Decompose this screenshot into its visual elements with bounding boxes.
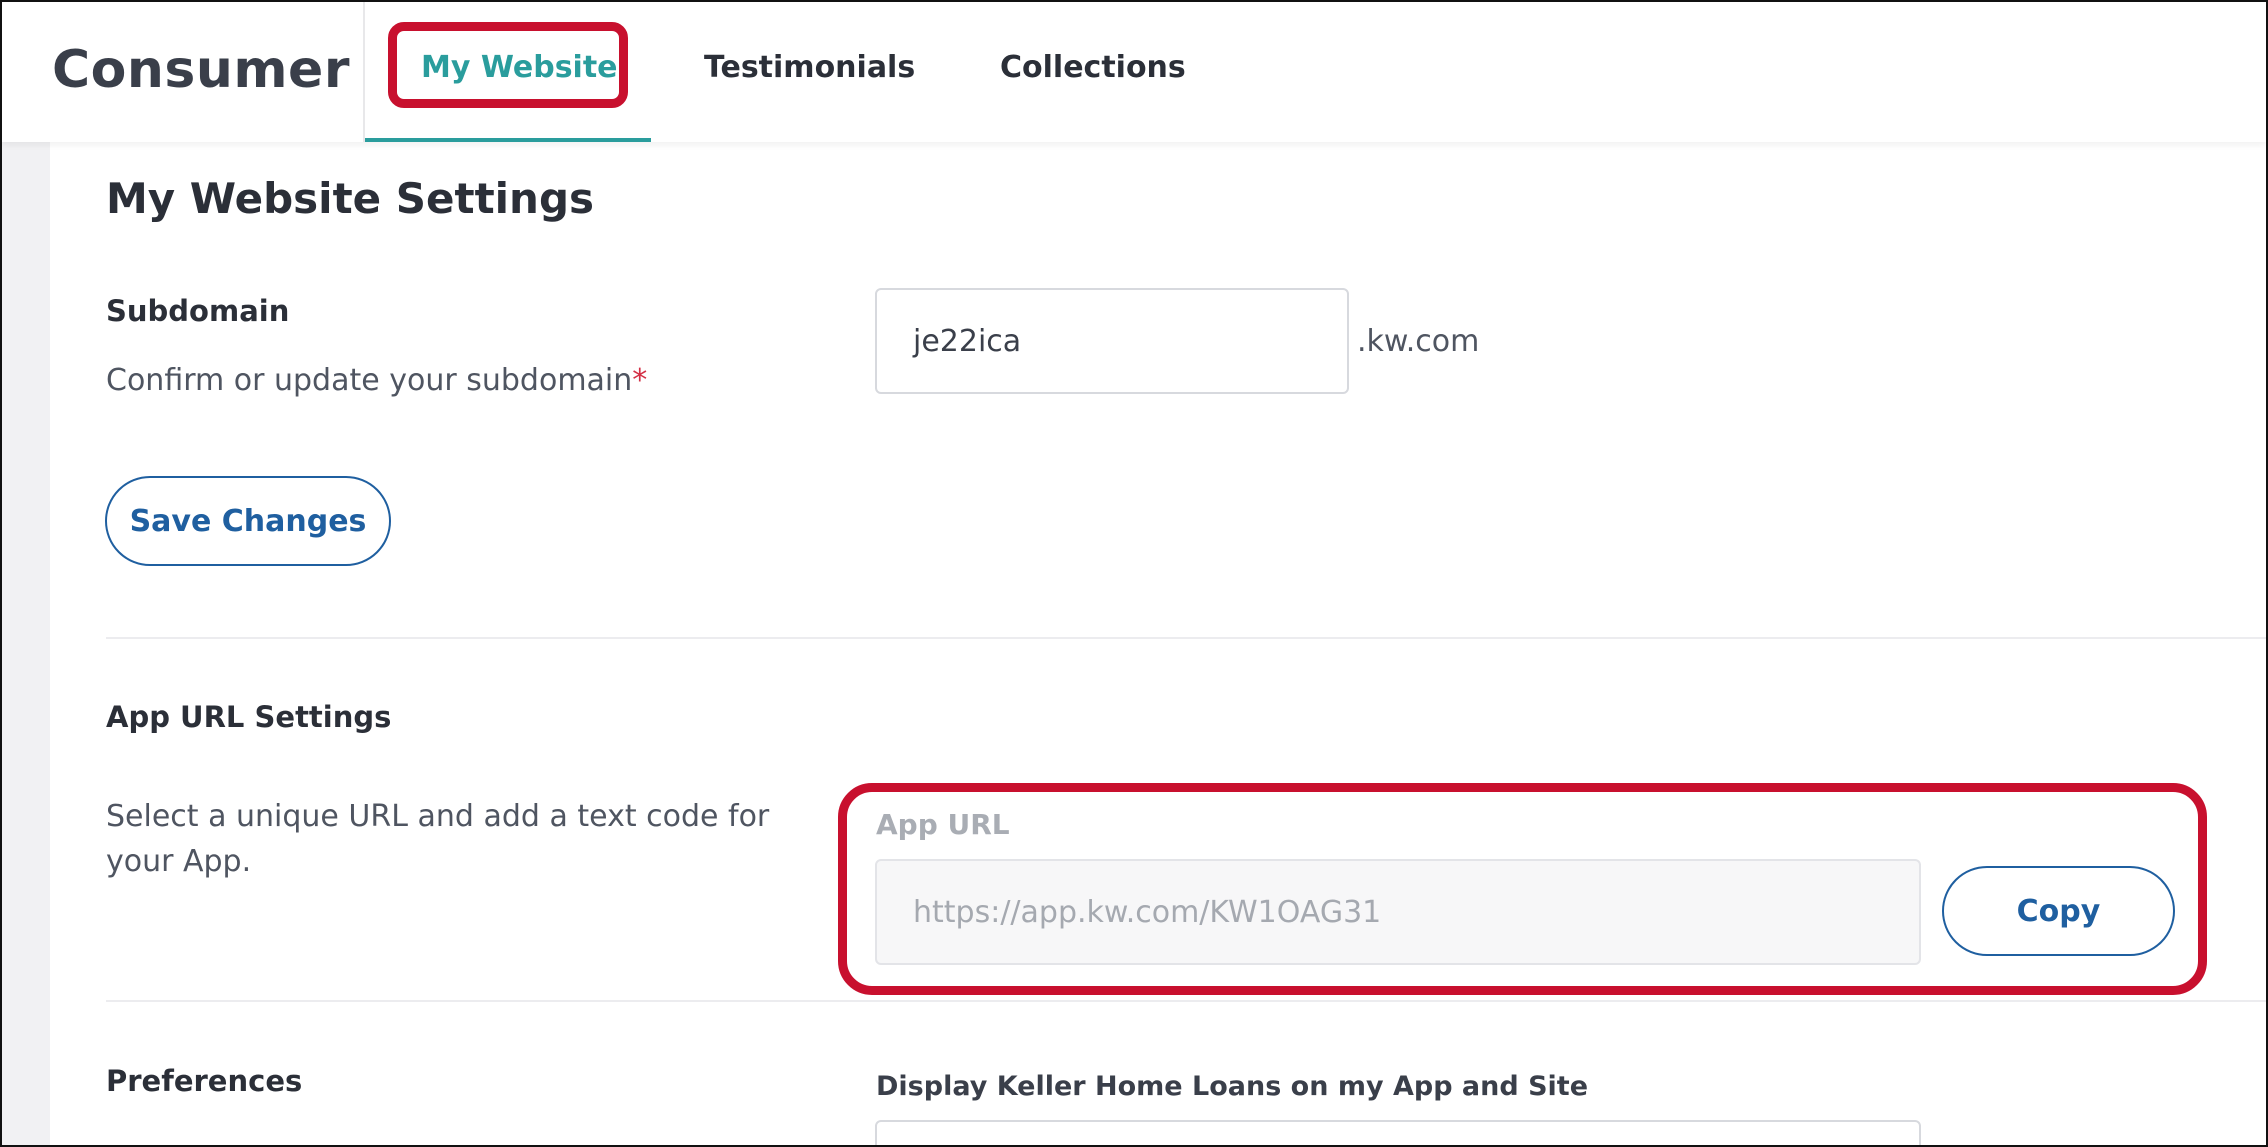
keller-home-loans-label: Display Keller Home Loans on my App and … bbox=[876, 1071, 1589, 1102]
section-divider bbox=[106, 637, 2266, 639]
subdomain-description: Confirm or update your subdomain* bbox=[106, 358, 647, 403]
page-title: My Website Settings bbox=[106, 174, 595, 223]
header-divider bbox=[363, 2, 365, 142]
app-window: Consumer My Website Testimonials Collect… bbox=[0, 0, 2268, 1147]
preferences-heading: Preferences bbox=[106, 1064, 303, 1098]
brand-title: Consumer bbox=[52, 40, 350, 100]
subdomain-heading: Subdomain bbox=[106, 294, 290, 328]
subdomain-input[interactable]: je22ica bbox=[875, 288, 1349, 394]
subdomain-suffix: .kw.com bbox=[1357, 324, 1480, 359]
app-url-field-label: App URL bbox=[876, 808, 1010, 841]
keller-home-loans-select[interactable] bbox=[875, 1120, 1921, 1145]
subdomain-input-value: je22ica bbox=[913, 323, 1022, 359]
top-navigation: Consumer My Website Testimonials Collect… bbox=[2, 2, 2266, 142]
active-tab-indicator bbox=[365, 138, 651, 142]
tab-collections[interactable]: Collections bbox=[1000, 50, 1186, 85]
save-changes-button[interactable]: Save Changes bbox=[105, 476, 391, 566]
tab-my-website[interactable]: My Website bbox=[421, 50, 618, 85]
app-url-input[interactable]: https://app.kw.com/KW1OAG31 bbox=[875, 859, 1921, 965]
section-divider-2 bbox=[106, 1000, 2266, 1002]
left-rail bbox=[2, 142, 50, 1145]
app-url-heading: App URL Settings bbox=[106, 700, 392, 734]
app-url-input-value: https://app.kw.com/KW1OAG31 bbox=[913, 894, 1382, 930]
copy-button[interactable]: Copy bbox=[1942, 866, 2175, 956]
required-mark: * bbox=[632, 363, 648, 398]
tab-testimonials[interactable]: Testimonials bbox=[704, 50, 915, 85]
app-url-description: Select a unique URL and add a text code … bbox=[106, 799, 770, 879]
subdomain-description-text: Confirm or update your subdomain bbox=[106, 363, 633, 398]
